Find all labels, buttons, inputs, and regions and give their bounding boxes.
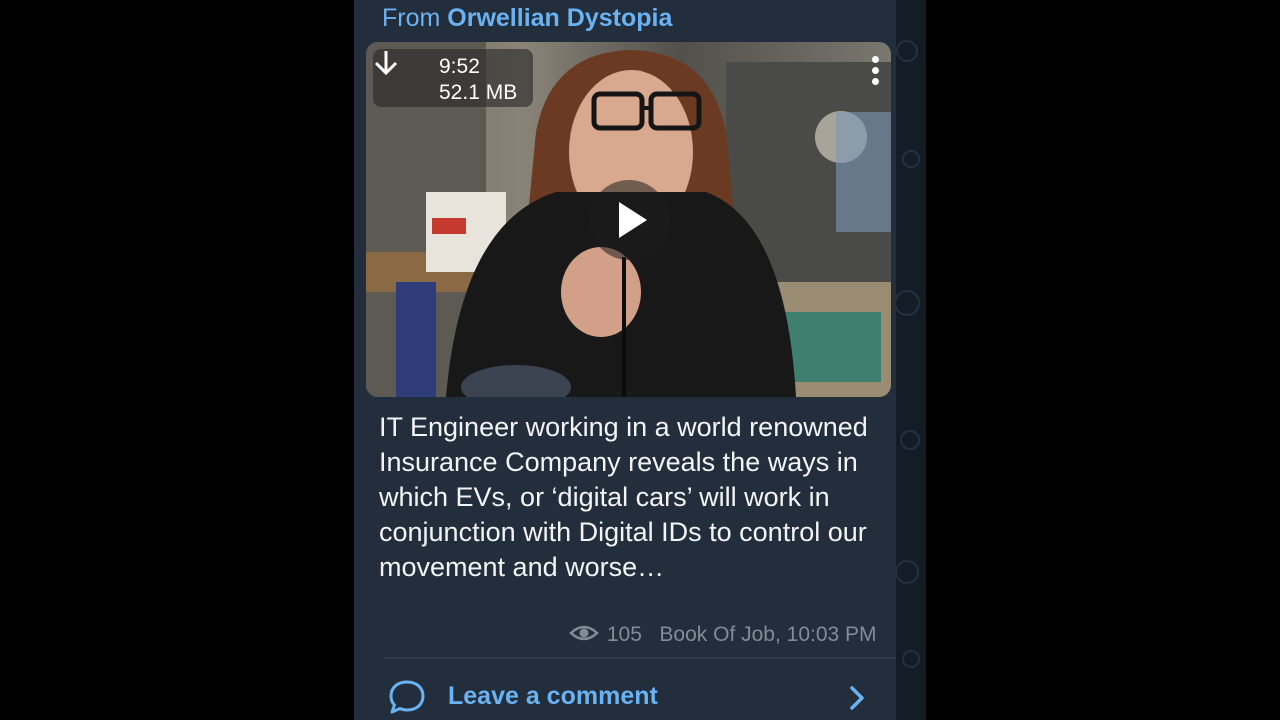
- video-thumbnail[interactable]: 9:52 52.1 MB: [366, 42, 891, 397]
- forwarded-channel-link[interactable]: Orwellian Dystopia: [447, 4, 672, 32]
- view-count: 105: [606, 623, 642, 646]
- eye-icon: [569, 625, 599, 641]
- vertical-dots-icon[interactable]: [869, 56, 881, 90]
- download-chip[interactable]: 9:52 52.1 MB: [373, 49, 533, 107]
- download-arrow-icon[interactable]: [373, 49, 399, 77]
- message-caption: IT Engineer working in a world renowned …: [379, 412, 868, 582]
- video-duration: 9:52: [439, 55, 480, 78]
- divider: [384, 657, 896, 659]
- forwarded-prefix: From: [382, 4, 441, 32]
- author-and-time: Book Of Job, 10:03 PM: [659, 623, 877, 646]
- play-button[interactable]: [589, 180, 669, 260]
- chat-screen: From Orwellian Dystopia 9:52 52.1 MB IT …: [354, 0, 926, 720]
- leave-comment-button[interactable]: Leave a comment: [384, 672, 884, 720]
- forwarded-header[interactable]: From Orwellian Dystopia: [382, 4, 672, 33]
- comment-bubble-icon: [389, 680, 425, 714]
- leave-comment-label: Leave a comment: [448, 682, 658, 710]
- video-file-size: 52.1 MB: [439, 81, 518, 104]
- chevron-right-icon: [850, 686, 864, 710]
- message-meta: 105 Book Of Job, 10:03 PM: [569, 623, 877, 653]
- play-icon: [619, 202, 647, 238]
- message-bubble[interactable]: From Orwellian Dystopia 9:52 52.1 MB IT …: [354, 0, 896, 720]
